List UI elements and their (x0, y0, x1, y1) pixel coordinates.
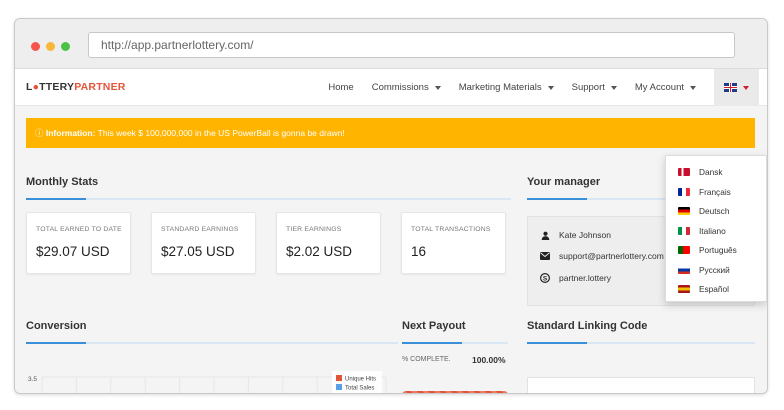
site-logo[interactable]: L●TTERYPARTNER (26, 81, 126, 93)
stat-value: $2.02 USD (286, 244, 353, 259)
country-flag-icon (678, 207, 690, 215)
manager-skype-row: S partner.lottery (540, 273, 611, 283)
country-flag-icon (678, 265, 690, 274)
payout-value: 100.00% (472, 355, 506, 365)
manager-skype[interactable]: partner.lottery (559, 273, 611, 283)
manager-name: Kate Johnson (559, 230, 611, 240)
language-option-label: Deutsch (699, 206, 730, 216)
stat-card-total-transactions: TOTAL TRANSACTIONS 16 (401, 212, 506, 274)
conversion-chart: 3.5 3.0 Unique HitsTotal Sales (26, 369, 398, 393)
stat-value: 16 (411, 244, 427, 259)
stat-label: TIER EARNINGS (286, 226, 342, 233)
chevron-down-icon (610, 85, 617, 90)
monthly-stats-title: Monthly Stats (26, 176, 99, 188)
top-navbar: L●TTERYPARTNER Home Commissions Marketin… (15, 69, 767, 106)
your-manager-title: Your manager (527, 176, 601, 188)
stat-label: TOTAL EARNED TO DATE (36, 226, 122, 233)
monthly-stats-underline (26, 198, 511, 200)
chevron-down-icon (743, 85, 749, 90)
language-option[interactable]: Español (678, 282, 729, 296)
chevron-down-icon (547, 85, 554, 90)
linking-code-box[interactable] (527, 377, 755, 393)
nav-home[interactable]: Home (328, 82, 353, 93)
legend-label: Total Sales (345, 386, 374, 392)
legend-swatch (336, 375, 342, 381)
logo-letter-l: L (26, 81, 33, 93)
country-flag-icon (678, 226, 690, 235)
stat-value: $29.07 USD (36, 244, 110, 259)
conversion-chart-svg: 3.5 3.0 Unique HitsTotal Sales (28, 371, 387, 393)
nav-my-account[interactable]: My Account (635, 82, 696, 93)
page-viewport: L●TTERYPARTNER Home Commissions Marketin… (15, 69, 767, 393)
y-tick-label: 3.5 (28, 376, 37, 383)
logo-word-ttery: TTERY (39, 81, 75, 93)
language-selector[interactable] (714, 69, 759, 106)
language-option-label: Dansk (699, 167, 723, 177)
nav-support-label: Support (571, 82, 605, 93)
language-option[interactable]: Français (678, 185, 731, 199)
nav-support[interactable]: Support (572, 82, 617, 93)
payout-label: % COMPLETE. (402, 356, 451, 363)
manager-email[interactable]: support@partnerlottery.com (559, 251, 664, 261)
user-icon (540, 230, 550, 240)
language-option[interactable]: Русский (678, 263, 730, 277)
manager-name-row: Kate Johnson (540, 230, 611, 240)
close-window-dot[interactable] (31, 42, 40, 51)
conversion-title: Conversion (26, 320, 87, 332)
country-flag-icon (678, 285, 690, 293)
stat-card-tier-earnings: TIER EARNINGS $2.02 USD (276, 212, 381, 274)
language-option-label: Español (699, 284, 729, 294)
legend-swatch (336, 384, 342, 390)
browser-window: http://app.partnerlottery.com/ L●TTERYPA… (14, 18, 768, 394)
svg-text:S: S (543, 275, 548, 282)
language-dropdown: Dansk Français Deutsch Italiano Português Рус… (665, 155, 767, 302)
conversion-underline (26, 342, 398, 344)
language-option-label: Русский (699, 264, 730, 275)
minimize-window-dot[interactable] (46, 42, 55, 51)
browser-toolbar: http://app.partnerlottery.com/ (15, 19, 767, 69)
nav-marketing-materials[interactable]: Marketing Materials (459, 82, 554, 93)
nav-links: Home Commissions Marketing Materials Sup… (310, 69, 759, 106)
logo-word-partner: PARTNER (74, 81, 126, 93)
skype-icon: S (540, 273, 550, 283)
country-flag-icon (678, 246, 690, 254)
nav-account-label: My Account (634, 82, 684, 93)
nav-commissions-label: Commissions (371, 82, 429, 93)
country-flag-icon (678, 168, 690, 176)
stat-label: STANDARD EARNINGS (161, 226, 239, 233)
stat-value: $27.05 USD (161, 244, 235, 259)
stat-card-total-earned: TOTAL EARNED TO DATE $29.07 USD (26, 212, 131, 274)
nav-home-label: Home (328, 82, 354, 93)
payout-progress-bar (402, 391, 508, 393)
info-text: This week $ 100,000,000 in the US PowerB… (95, 128, 345, 138)
info-label: Information: (45, 128, 96, 138)
language-option[interactable]: Italiano (678, 224, 726, 238)
envelope-icon (540, 251, 550, 261)
maximize-window-dot[interactable] (61, 42, 70, 51)
language-option-label: Italiano (699, 225, 726, 236)
url-bar[interactable]: http://app.partnerlottery.com/ (88, 32, 735, 58)
info-banner: ⓘ Information: This week $ 100,000,000 i… (26, 118, 755, 148)
next-payout-underline (402, 342, 508, 344)
language-option-label: Português (699, 245, 737, 255)
linking-code-underline (527, 342, 755, 344)
language-option[interactable]: Deutsch (678, 204, 729, 218)
nav-commissions[interactable]: Commissions (372, 82, 441, 93)
next-payout-title: Next Payout (402, 320, 466, 332)
stat-card-standard-earnings: STANDARD EARNINGS $27.05 USD (151, 212, 256, 274)
info-icon: ⓘ (35, 128, 46, 138)
manager-email-row: support@partnerlottery.com (540, 251, 664, 261)
language-option-label: Français (699, 186, 731, 197)
linking-code-title: Standard Linking Code (527, 320, 648, 332)
nav-marketing-label: Marketing Materials (458, 82, 542, 93)
chevron-down-icon (690, 85, 696, 90)
uk-flag-icon (724, 83, 737, 92)
legend-label: Unique Hits (345, 377, 376, 383)
language-option[interactable]: Dansk (678, 165, 723, 179)
stat-label: TOTAL TRANSACTIONS (411, 226, 491, 233)
country-flag-icon (678, 187, 690, 196)
chevron-down-icon (434, 85, 441, 90)
language-option[interactable]: Português (678, 243, 737, 257)
